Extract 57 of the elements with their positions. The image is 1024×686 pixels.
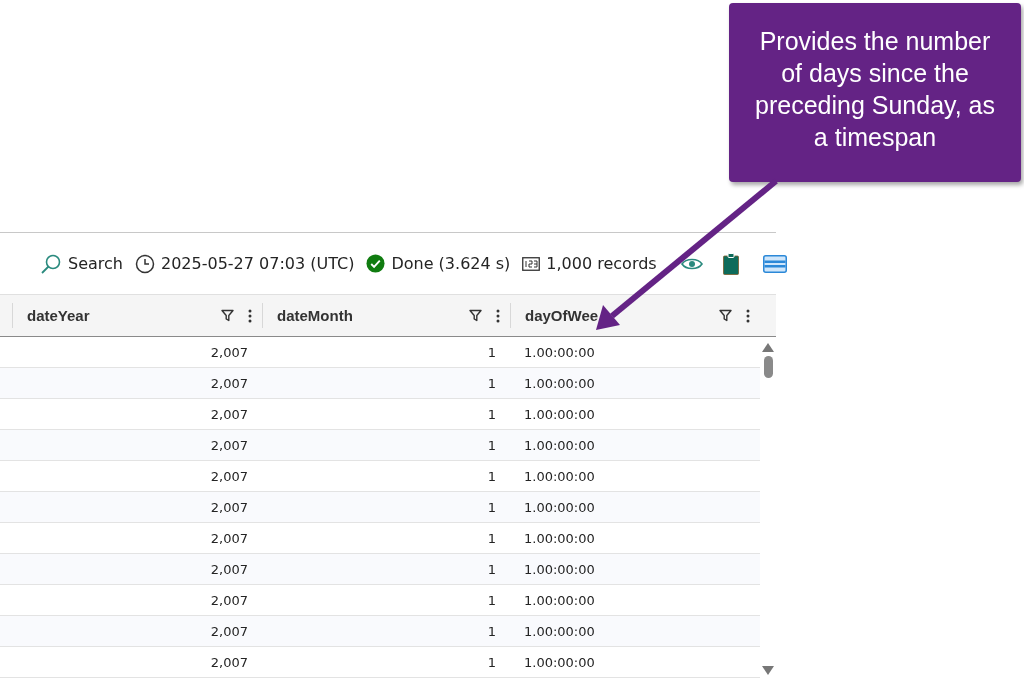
table-cell-text: 1.00:00:00 [523, 375, 596, 391]
search-icon [40, 252, 62, 275]
table-cell-text: 1 [486, 561, 497, 577]
table-cell-text: 2,007 [209, 654, 249, 670]
table-cell-text: 1.00:00:00 [523, 437, 596, 453]
table-cell-text: 2,007 [209, 468, 249, 484]
filter-icon[interactable] [469, 309, 482, 322]
table-cell-text: 1 [486, 406, 497, 422]
table-cell-text: 1 [486, 530, 497, 546]
search-button[interactable]: Search [68, 254, 123, 273]
table-cell-text: 1 [486, 375, 497, 391]
table-cell-text: 1 [486, 437, 497, 453]
table-cell-text: 1.00:00:00 [523, 561, 596, 577]
more-options-icon[interactable] [746, 308, 750, 323]
table-cell-text: 2,007 [209, 530, 249, 546]
table-cell-text: 1 [486, 344, 497, 360]
table-cell-text: 1.00:00:00 [523, 344, 596, 360]
eye-icon[interactable] [680, 256, 703, 271]
table-cell-text: 2,007 [209, 499, 249, 515]
more-options-icon[interactable] [496, 308, 500, 323]
table-cell-text: 1.00:00:00 [523, 592, 596, 608]
query-timestamp: 2025-05-27 07:03 (UTC) [160, 254, 355, 273]
table-cell-text: 1.00:00:00 [523, 499, 596, 515]
table-cell-text: 1.00:00:00 [523, 623, 596, 639]
column-header[interactable]: dayOfWee [525, 307, 719, 324]
scroll-up-icon[interactable] [762, 343, 774, 352]
check-icon [366, 254, 386, 273]
number-icon [522, 256, 541, 271]
table-cell-text: 2,007 [209, 344, 249, 360]
record-count: 1,000 records [546, 254, 657, 273]
layout-icon[interactable] [762, 254, 787, 273]
table-cell-text: 1 [486, 499, 497, 515]
table-cell-text: 2,007 [209, 406, 249, 422]
column-header[interactable]: dateYear [27, 307, 221, 324]
scrollbar-thumb[interactable] [763, 356, 773, 378]
table-cell-text: 1 [486, 654, 497, 670]
table-cell-text: 1 [486, 623, 497, 639]
table-cell-text: 1 [486, 468, 497, 484]
table-cell-text: 2,007 [209, 592, 249, 608]
table-cell-text: 2,007 [209, 375, 249, 391]
table-cell-text: 2,007 [209, 623, 249, 639]
scroll-down-icon[interactable] [762, 666, 774, 675]
clock-icon [134, 253, 155, 274]
table-cell-text: 1.00:00:00 [523, 530, 596, 546]
table-cell-text: 1.00:00:00 [523, 468, 596, 484]
callout-note: Provides the number of days since the preceding Sunday, as a timespan [729, 3, 1021, 182]
table-cell-text: 1.00:00:00 [523, 406, 596, 422]
query-status: Done (3.624 s) [391, 254, 511, 273]
filter-icon[interactable] [719, 309, 732, 322]
table-cell-text: 2,007 [209, 437, 249, 453]
column-header[interactable]: dateMonth [277, 307, 469, 324]
table-cell-text: 1 [486, 592, 497, 608]
table-cell-text: 2,007 [209, 561, 249, 577]
more-options-icon[interactable] [248, 308, 252, 323]
clipboard-icon[interactable] [722, 252, 739, 275]
filter-icon[interactable] [221, 309, 234, 322]
table-cell-text: 1.00:00:00 [523, 654, 596, 670]
